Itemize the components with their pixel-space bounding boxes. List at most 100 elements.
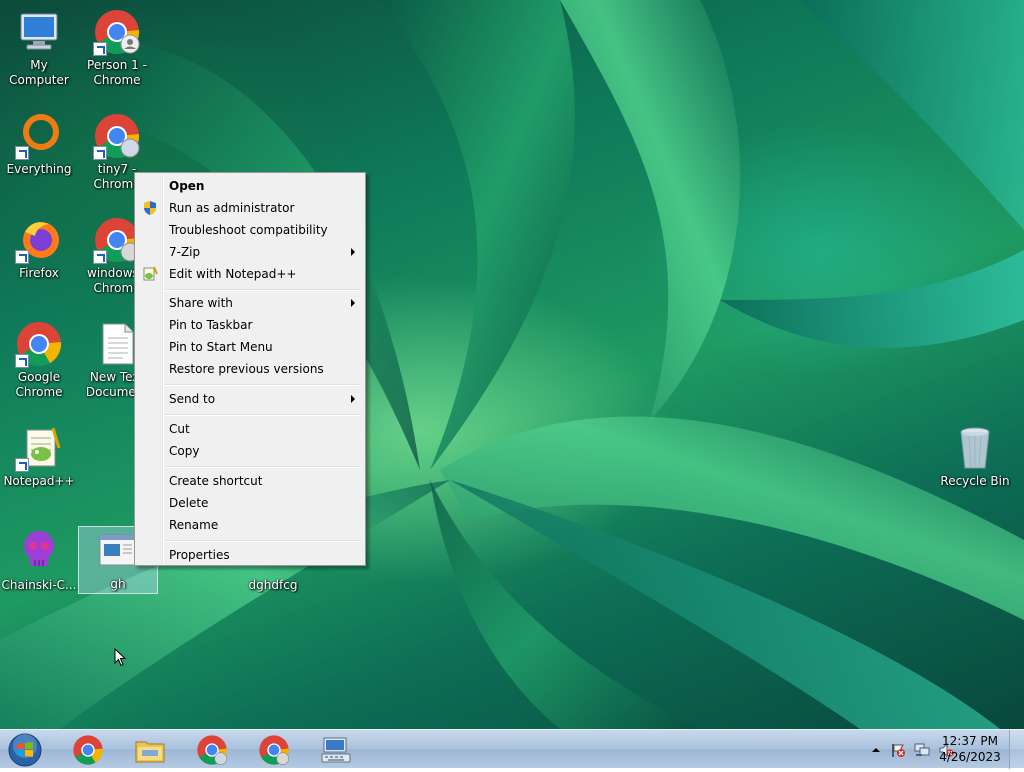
recycle-bin-icon [951,424,999,472]
submenu-arrow-icon [351,299,355,307]
menu-item-label: Pin to Start Menu [169,340,273,354]
uac-shield-icon [144,201,156,215]
menu-item-label: Delete [169,496,209,510]
menu-separator [165,466,361,468]
shortcut-arrow-icon [15,458,29,472]
menu-item-troubleshoot-compatibility[interactable]: Troubleshoot compatibility [137,219,363,241]
menu-item-label: Cut [169,422,190,436]
icon-label: Everything [6,162,72,176]
menu-item-create-shortcut[interactable]: Create shortcut [137,470,363,492]
network-icon[interactable] [914,742,930,758]
menu-item-label: Share with [169,296,233,310]
file-explorer-icon [135,741,165,763]
chrome-profile-icon [197,735,227,765]
menu-item-open[interactable]: Open [137,175,363,197]
menu-item-label: Create shortcut [169,474,263,488]
desktop-icon-google-chrome[interactable]: Google Chrome [0,320,78,400]
chrome-icon [73,735,103,765]
menu-item-pin-to-taskbar[interactable]: Pin to Taskbar [137,314,363,336]
icon-label: Chainski-C... [1,578,77,592]
submenu-arrow-icon [351,395,355,403]
context-menu: Open Run as administrator Troubleshoot c… [134,172,366,566]
desktop[interactable]: My Computer Person 1 - Chrome Everything… [0,0,1024,729]
icon-label: dghdfcg [248,578,298,592]
notepadpp-icon [15,424,63,472]
firefox-icon [15,216,63,264]
chrome-profile-icon [93,8,141,56]
menu-item-label: Send to [169,392,216,406]
mouse-cursor-icon [114,648,126,667]
shortcut-arrow-icon [93,42,107,56]
menu-separator [165,540,361,542]
menu-item-label: Troubleshoot compatibility [169,223,328,237]
icon-label: Firefox [19,266,59,280]
system-tray: 12:37 PM 4/26/2023 [824,730,1024,769]
chrome-icon [15,320,63,368]
desktop-icon-firefox[interactable]: Firefox [0,216,78,281]
menu-item-label: Restore previous versions [169,362,324,376]
chrome-profile-icon [259,735,289,765]
chrome-profile-icon [93,112,141,160]
menu-item-delete[interactable]: Delete [137,492,363,514]
menu-item-restore-previous-versions[interactable]: Restore previous versions [137,358,363,380]
menu-item-cut[interactable]: Cut [137,418,363,440]
icon-label: Notepad++ [3,474,75,488]
menu-item-pin-to-start-menu[interactable]: Pin to Start Menu [137,336,363,358]
menu-item-properties[interactable]: Properties [137,544,363,566]
shortcut-arrow-icon [15,146,29,160]
menu-item-label: Copy [169,444,200,458]
menu-item-label: Open [169,179,205,193]
shortcut-arrow-icon [93,250,107,264]
icon-label: Google Chrome [15,370,63,399]
icon-label: gh [110,577,126,591]
menu-item-copy[interactable]: Copy [137,440,363,462]
menu-item-share-with[interactable]: Share with [137,292,363,314]
action-center-flag-icon[interactable] [890,742,906,758]
clock-time: 12:37 PM [942,734,998,748]
desktop-icon-notepadpp[interactable]: Notepad++ [0,424,78,489]
taskbar-keyboard-button[interactable] [310,732,362,766]
menu-item-label: Pin to Taskbar [169,318,253,332]
taskbar-chrome-profile-button[interactable] [186,732,238,766]
clock[interactable]: 12:37 PM 4/26/2023 [938,733,1002,765]
skull-icon [15,528,63,576]
icon-label: My Computer [9,58,69,87]
desktop-icon-person1-chrome[interactable]: Person 1 - Chrome [78,8,156,88]
start-button[interactable] [6,731,44,769]
taskbar-chrome-profile-button[interactable] [248,732,300,766]
icon-label: Recycle Bin [940,474,1010,488]
menu-item-label: 7-Zip [169,245,201,259]
my-computer-icon [15,8,63,56]
show-desktop-button[interactable] [1009,730,1024,769]
menu-item-run-as-administrator[interactable]: Run as administrator [137,197,363,219]
show-hidden-icons-arrow[interactable] [868,742,884,758]
menu-item-edit-with-notepadpp[interactable]: Edit with Notepad++ [137,263,363,285]
menu-item-label: Rename [169,518,219,532]
menu-item-7zip[interactable]: 7-Zip [137,241,363,263]
menu-separator [165,289,361,291]
start-orb-icon [8,733,42,767]
submenu-arrow-icon [351,248,355,256]
shortcut-arrow-icon [15,354,29,368]
menu-item-label: Edit with Notepad++ [169,267,297,281]
clock-date: 4/26/2023 [939,750,1001,764]
desktop-icon-recycle-bin[interactable]: Recycle Bin [936,424,1014,489]
icon-label: Person 1 - Chrome [87,58,147,87]
menu-item-label: Properties [169,548,230,562]
menu-separator [165,414,361,416]
desktop-icon-everything[interactable]: Everything [0,112,78,177]
menu-separator [165,384,361,386]
menu-item-rename[interactable]: Rename [137,514,363,536]
menu-item-send-to[interactable]: Send to [137,388,363,410]
desktop-icon-my-computer[interactable]: My Computer [0,8,78,88]
taskbar-file-explorer-button[interactable] [124,732,176,766]
desktop-icon-chainski[interactable]: Chainski-C... [0,528,78,593]
menu-item-label: Run as administrator [169,201,295,215]
taskbar-chrome-button[interactable] [62,732,114,766]
notepadpp-icon [143,266,158,281]
shortcut-arrow-icon [15,250,29,264]
everything-icon [15,112,63,160]
shortcut-arrow-icon [93,146,107,160]
taskbar: 12:37 PM 4/26/2023 [0,729,1024,769]
keyboard-icon [321,737,351,763]
